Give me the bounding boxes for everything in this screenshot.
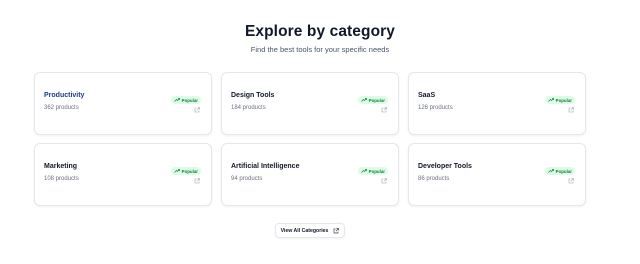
external-link-icon[interactable] [381, 178, 387, 184]
category-product-count: 362 products [44, 105, 79, 111]
category-card-saas[interactable]: SaaS 126 products Popular [408, 72, 586, 135]
badge-label: Popular [555, 97, 572, 103]
category-name: Marketing [44, 163, 78, 170]
popular-badge: Popular [357, 96, 388, 104]
external-link-icon[interactable] [568, 107, 574, 113]
badge-label: Popular [555, 168, 572, 174]
badge-label: Popular [181, 168, 198, 174]
trending-up-icon [173, 98, 180, 102]
category-card-artificial-intelligence[interactable]: Artificial Intelligence 94 products Popu… [221, 143, 399, 206]
trending-up-icon [173, 169, 180, 173]
category-card-productivity[interactable]: Productivity 362 products Popular [34, 72, 212, 135]
view-all-categories-button[interactable]: View All Categories [275, 223, 345, 238]
section-title: Explore by category [244, 23, 396, 40]
category-card-marketing[interactable]: Marketing 108 products Popular [34, 143, 212, 206]
external-link-icon[interactable] [381, 107, 387, 113]
explore-categories-section: Explore by category Find the best tools … [0, 0, 640, 264]
badge-label: Popular [181, 97, 198, 103]
popular-badge: Popular [544, 96, 575, 104]
trending-up-icon [360, 169, 367, 173]
category-product-count: 184 products [231, 105, 266, 111]
popular-badge: Popular [357, 167, 388, 175]
popular-badge: Popular [170, 96, 201, 104]
external-link-icon[interactable] [194, 107, 200, 113]
category-product-count: 94 products [231, 176, 263, 182]
badge-label: Popular [368, 168, 385, 174]
category-card-design-tools[interactable]: Design Tools 184 products Popular [221, 72, 399, 135]
category-product-count: 126 products [418, 105, 453, 111]
category-grid: Productivity 362 products Popular Design… [34, 72, 586, 206]
category-product-count: 108 products [44, 176, 79, 182]
section-subtitle: Find the best tools for your specific ne… [250, 45, 390, 54]
view-all-label: View All Categories [280, 227, 329, 234]
category-card-developer-tools[interactable]: Developer Tools 86 products Popular [408, 143, 586, 206]
external-link-icon [334, 227, 340, 233]
category-name: SaaS [418, 92, 436, 99]
category-name: Productivity [44, 92, 85, 99]
popular-badge: Popular [544, 167, 575, 175]
category-name: Artificial Intelligence [231, 163, 300, 170]
category-name: Design Tools [231, 92, 275, 99]
category-product-count: 86 products [418, 176, 450, 182]
trending-up-icon [360, 98, 367, 102]
trending-up-icon [547, 98, 554, 102]
badge-label: Popular [368, 97, 385, 103]
popular-badge: Popular [170, 167, 201, 175]
external-link-icon[interactable] [194, 178, 200, 184]
category-name: Developer Tools [418, 163, 472, 170]
external-link-icon[interactable] [568, 178, 574, 184]
trending-up-icon [547, 169, 554, 173]
